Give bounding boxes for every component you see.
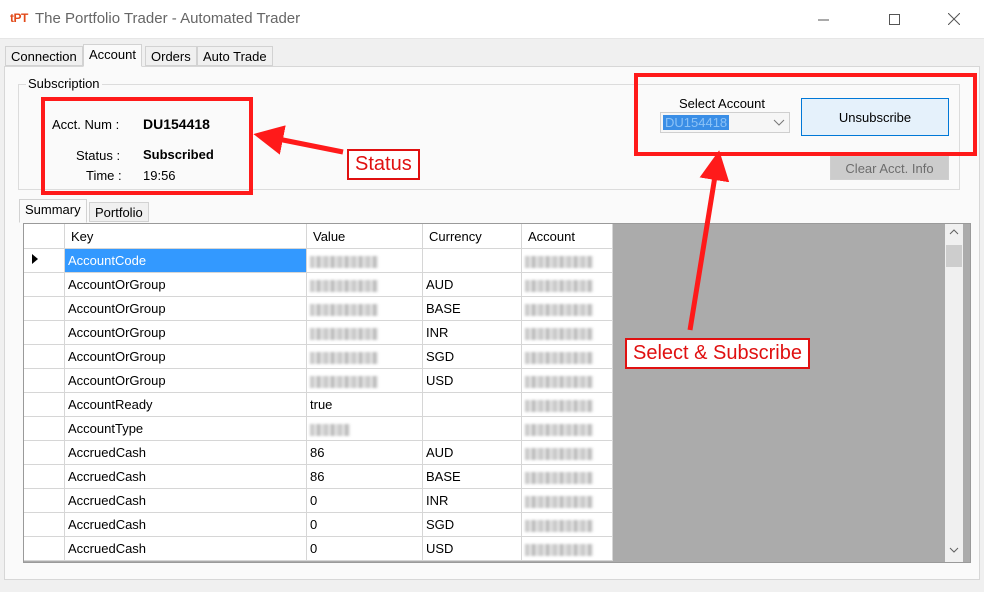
annotation-arrows bbox=[253, 125, 730, 331]
tab-account[interactable]: Account bbox=[83, 44, 142, 67]
subscribe-arrow bbox=[687, 150, 730, 331]
tab-summary[interactable]: Summary bbox=[19, 199, 87, 223]
status-arrow bbox=[253, 125, 344, 155]
